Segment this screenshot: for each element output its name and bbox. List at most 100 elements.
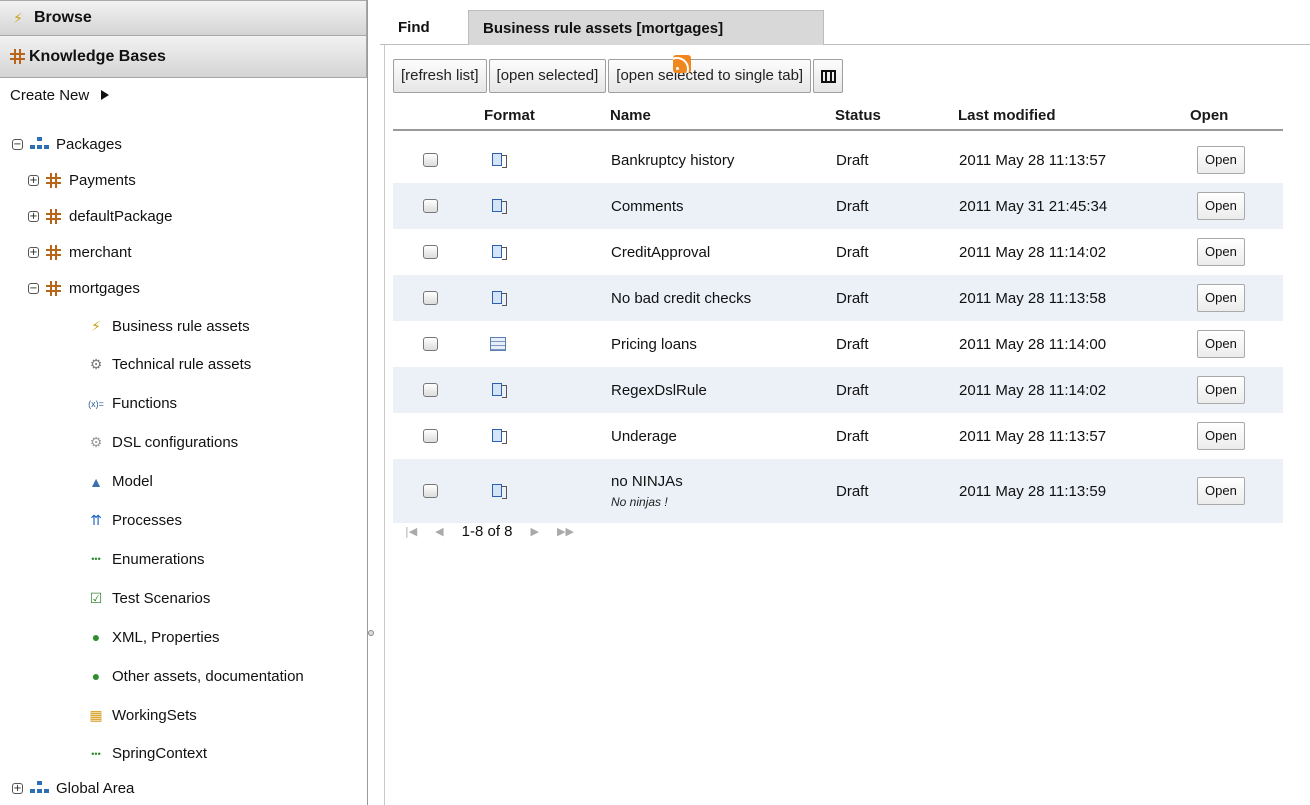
browse-header[interactable]: ⚡ Browse bbox=[0, 0, 367, 36]
tree-item-global-area[interactable]: + Global Area bbox=[12, 775, 134, 801]
decision-table-icon bbox=[490, 337, 506, 351]
rule-icon bbox=[490, 382, 510, 398]
header-format[interactable]: Format bbox=[484, 105, 535, 127]
expand-icon[interactable]: + bbox=[28, 210, 39, 222]
tree-item-asset-category[interactable]: ⇈ Processes bbox=[86, 508, 182, 534]
open-button[interactable]: Open bbox=[1197, 284, 1245, 312]
open-button[interactable]: Open bbox=[1197, 422, 1245, 450]
row-checkbox[interactable] bbox=[423, 484, 438, 498]
header-last-modified[interactable]: Last modified bbox=[958, 105, 1056, 127]
row-checkbox[interactable] bbox=[423, 291, 438, 305]
tree-item-asset-category[interactable]: ☑ Test Scenarios bbox=[86, 585, 211, 611]
asset-status: Draft bbox=[836, 335, 869, 353]
xml-icon: ● bbox=[91, 629, 101, 646]
next-page-icon[interactable]: ▶ bbox=[531, 525, 539, 538]
tree-item-label: defaultPackage bbox=[69, 207, 173, 225]
document-icon: ● bbox=[91, 668, 101, 685]
tree-item-asset-category[interactable]: ▦ WorkingSets bbox=[86, 702, 196, 728]
open-button[interactable]: Open bbox=[1197, 376, 1245, 404]
expand-icon[interactable]: + bbox=[12, 782, 23, 794]
page-range: 1-8 of 8 bbox=[461, 523, 513, 540]
asset-status: Draft bbox=[836, 151, 869, 169]
create-new-menu[interactable]: Create New bbox=[0, 78, 367, 112]
row-checkbox[interactable] bbox=[423, 337, 438, 351]
row-checkbox[interactable] bbox=[423, 383, 438, 397]
open-button[interactable]: Open bbox=[1197, 146, 1245, 174]
tree-item-label: Packages bbox=[56, 135, 122, 153]
asset-last-modified: 2011 May 28 11:13:58 bbox=[959, 289, 1107, 307]
asset-name: RegexDslRule bbox=[611, 381, 707, 399]
first-page-icon[interactable]: |◀ bbox=[405, 525, 417, 538]
package-icon bbox=[46, 208, 61, 224]
knowledge-bases-header[interactable]: Knowledge Bases bbox=[0, 36, 367, 78]
open-selected-button[interactable]: [open selected] bbox=[488, 59, 607, 93]
tree-item-label: Technical rule assets bbox=[112, 356, 252, 374]
collapse-icon[interactable]: − bbox=[28, 282, 39, 294]
header-status[interactable]: Status bbox=[835, 105, 881, 127]
table-row[interactable]: Pricing loans Draft 2011 May 28 11:14:00 Op… bbox=[393, 321, 1283, 367]
submenu-arrow-icon bbox=[101, 90, 110, 100]
package-icon bbox=[10, 49, 25, 64]
asset-name: No bad credit checks bbox=[611, 289, 752, 307]
splitter-handle[interactable] bbox=[368, 630, 374, 636]
header-name[interactable]: Name bbox=[610, 105, 651, 127]
table-row[interactable]: Underage Draft 2011 May 28 11:13:57 Open bbox=[393, 413, 1283, 459]
tree-item-asset-category[interactable]: ● Other assets, documentation bbox=[86, 663, 304, 689]
tree-item-asset-category[interactable]: ••• SpringContext bbox=[86, 741, 207, 767]
asset-last-modified: 2011 May 28 11:13:59 bbox=[959, 482, 1107, 500]
table-row[interactable]: Comments Draft 2011 May 31 21:45:34 Open bbox=[393, 183, 1283, 229]
tree-item-asset-category[interactable]: ⚙ Technical rule assets bbox=[86, 352, 252, 378]
rule-icon bbox=[490, 483, 510, 499]
open-button[interactable]: Open bbox=[1197, 330, 1245, 358]
columns-button[interactable] bbox=[813, 59, 844, 93]
row-checkbox[interactable] bbox=[423, 245, 438, 259]
table-row[interactable]: CreditApproval Draft 2011 May 28 11:14:02 O… bbox=[393, 229, 1283, 275]
open-button[interactable]: Open bbox=[1197, 477, 1245, 505]
tree-item-package[interactable]: − mortgages bbox=[28, 275, 140, 301]
list-toolbar: [refresh list] [open selected] [open sel… bbox=[393, 59, 867, 93]
lightning-icon: ⚡ bbox=[91, 317, 101, 334]
tree-item-package[interactable]: + merchant bbox=[28, 239, 132, 265]
tree-item-asset-category[interactable]: ▲ Model bbox=[86, 469, 153, 495]
tree-item-asset-category[interactable]: (x)= Functions bbox=[86, 391, 177, 417]
table-row[interactable]: no NINJAs No ninjas ! Draft 2011 May 28 11:… bbox=[393, 459, 1283, 523]
asset-description: No ninjas ! bbox=[611, 495, 668, 509]
table-row[interactable]: Bankruptcy history Draft 2011 May 28 11:13… bbox=[393, 137, 1283, 183]
asset-list-panel: [refresh list] [open selected] [open sel… bbox=[384, 45, 1310, 805]
table-row[interactable]: RegexDslRule Draft 2011 May 28 11:14:02 Ope… bbox=[393, 367, 1283, 413]
asset-status: Draft bbox=[836, 243, 869, 261]
open-single-tab-button[interactable]: [open selected to single tab] bbox=[608, 59, 812, 93]
tree-item-asset-category[interactable]: ⚙ DSL configurations bbox=[86, 430, 238, 456]
tree-item-label: Processes bbox=[112, 512, 183, 529]
tree-item-package[interactable]: + Payments bbox=[28, 167, 136, 193]
prev-page-icon[interactable]: ◀ bbox=[435, 525, 443, 538]
rule-icon bbox=[490, 198, 510, 214]
open-button[interactable]: Open bbox=[1197, 192, 1245, 220]
tree-item-packages[interactable]: − Packages bbox=[12, 131, 122, 157]
expand-icon[interactable]: + bbox=[28, 174, 39, 186]
asset-name: Bankruptcy history bbox=[611, 151, 735, 169]
row-checkbox[interactable] bbox=[423, 199, 438, 213]
asset-table: Format Name Status Last modified Open Ba… bbox=[393, 105, 1283, 523]
tree-item-package[interactable]: + defaultPackage bbox=[28, 203, 172, 229]
row-checkbox[interactable] bbox=[423, 429, 438, 443]
collapse-icon[interactable]: − bbox=[12, 138, 23, 150]
open-button[interactable]: Open bbox=[1197, 238, 1245, 266]
browse-header-label: Browse bbox=[34, 9, 92, 26]
table-row[interactable]: No bad credit checks Draft 2011 May 28 11:… bbox=[393, 275, 1283, 321]
tree-item-label: Business rule assets bbox=[112, 317, 250, 335]
tree-item-asset-category[interactable]: ••• Enumerations bbox=[86, 546, 204, 572]
expand-icon[interactable]: + bbox=[28, 246, 39, 258]
row-checkbox[interactable] bbox=[423, 153, 438, 167]
header-open[interactable]: Open bbox=[1190, 105, 1228, 127]
rule-icon bbox=[490, 244, 510, 260]
tree-item-asset-category[interactable]: ⚡ Business rule assets bbox=[86, 313, 250, 339]
tree-item-label: DSL configurations bbox=[112, 434, 239, 452]
tree-item-asset-category[interactable]: ● XML, Properties bbox=[86, 624, 220, 650]
refresh-list-button[interactable]: [refresh list] bbox=[393, 59, 487, 93]
tab-find[interactable]: Find bbox=[384, 10, 444, 45]
rss-feed-icon[interactable] bbox=[673, 55, 691, 73]
tab-business-rule-assets[interactable]: Business rule assets [mortgages] bbox=[468, 10, 824, 45]
gears-icon: ⚙ bbox=[89, 356, 103, 373]
last-page-icon[interactable]: ▶▶ bbox=[557, 525, 574, 538]
